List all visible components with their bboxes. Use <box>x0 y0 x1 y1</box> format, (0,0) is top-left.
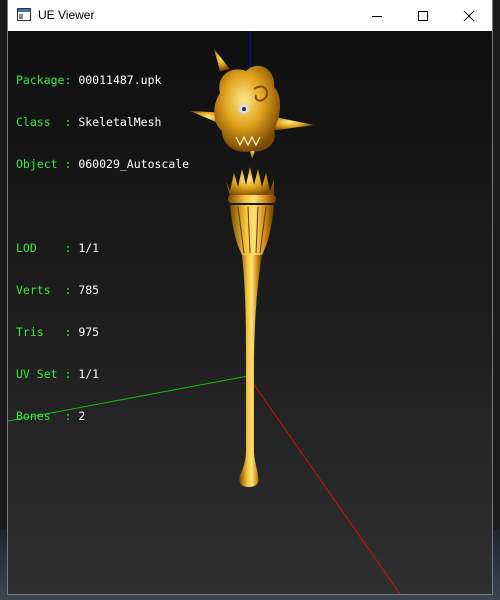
mesh-grip <box>230 205 274 255</box>
title-bar[interactable]: UE Viewer <box>8 0 492 31</box>
maximize-icon <box>418 10 428 21</box>
bones-value: 2 <box>78 409 86 423</box>
window-app-icon <box>17 8 31 21</box>
axis-x-line <box>247 375 401 594</box>
tris-label: Tris : <box>16 325 72 339</box>
mesh-collar <box>226 167 274 197</box>
background-console-right <box>491 0 500 600</box>
tris-value: 975 <box>78 325 100 339</box>
class-label: Class : <box>16 115 72 129</box>
maximize-button[interactable] <box>400 0 446 31</box>
package-value: 00011487.upk <box>78 73 162 87</box>
ue-viewer-window: UE Viewer Package: 00011487.upk Class: … <box>8 0 492 594</box>
window-title: UE Viewer <box>38 8 95 22</box>
package-label: Package: <box>16 73 72 87</box>
class-value: SkeletalMesh <box>78 115 162 129</box>
bones-label: Bones : <box>16 409 72 423</box>
object-label: Object : <box>16 157 72 171</box>
mesh-shaft <box>239 255 262 487</box>
mesh-spike-top <box>214 49 230 71</box>
uvset-value: 1/1 <box>78 367 100 381</box>
3d-viewport[interactable]: Package: 00011487.upk Class : SkeletalMe… <box>8 31 492 594</box>
minimize-button[interactable] <box>354 0 400 31</box>
close-button[interactable] <box>446 0 492 31</box>
object-value: 060029_Autoscale <box>78 157 190 171</box>
uvset-label: UV Set : <box>16 367 72 381</box>
verts-value: 785 <box>78 283 100 297</box>
lod-value: 1/1 <box>78 241 100 255</box>
minimize-icon <box>372 15 382 17</box>
lod-label: LOD : <box>16 241 72 255</box>
mesh-collar-band <box>228 195 276 203</box>
close-icon <box>463 10 475 21</box>
mesh-head-pupil <box>242 107 246 111</box>
verts-label: Verts : <box>16 283 72 297</box>
mesh-info-overlay: Package: 00011487.upk Class : SkeletalMe… <box>16 45 189 451</box>
